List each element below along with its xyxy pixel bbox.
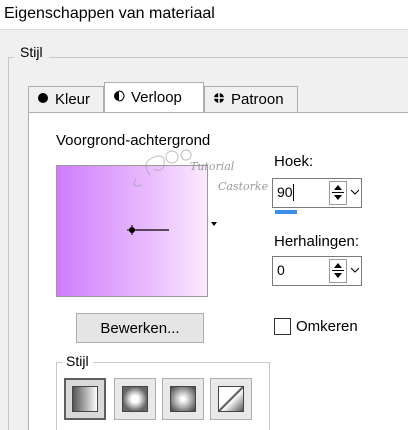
invert-checkbox[interactable] [274,318,291,335]
style-sunburst-button[interactable] [162,378,204,420]
spin-up-icon[interactable] [334,185,342,190]
edit-button[interactable]: Bewerken... [76,313,204,343]
style-radial-button[interactable] [210,378,252,420]
angle-value[interactable]: 90 [277,184,293,200]
half-circle-icon [113,89,125,106]
angle-spin-buttons[interactable] [329,181,347,205]
watermark-logo [133,149,192,187]
spin-up-icon[interactable] [334,263,342,268]
spin-down-icon[interactable] [334,273,342,278]
invert-label[interactable]: Omkeren [296,318,358,335]
tab-patroon-label: Patroon [231,91,284,108]
text-caret [293,184,294,201]
tab-verloop[interactable]: Verloop [104,82,204,112]
gradient-dropdown-arrow-icon[interactable] [211,222,217,226]
chevron-down-icon[interactable] [351,188,359,196]
spin-down-icon[interactable] [334,195,342,200]
watermark-text-1: Tutorial [190,160,235,173]
linear-gradient-icon [72,386,98,412]
filled-circle-icon [37,91,49,108]
pattern-icon [213,91,225,108]
tab-kleur-label: Kleur [55,91,91,108]
title-bar: Eigenschappen van materiaal [0,0,408,30]
repeats-spin-buttons[interactable] [329,259,347,283]
style-rectangular-button[interactable] [114,378,156,420]
sunburst-gradient-icon [170,386,196,412]
watermark-text-2: Castorke [218,180,269,193]
style-options-label: Stijl [62,353,93,369]
angle-spinbox[interactable]: 90 [272,178,362,208]
window-title: Eigenschappen van materiaal [4,5,215,22]
radial-gradient-icon [218,386,244,412]
edit-button-label: Bewerken... [100,319,180,337]
rectangular-gradient-icon [122,386,148,412]
spin-divider [332,192,344,193]
spin-divider [332,270,344,271]
style-linear-button[interactable] [64,378,106,420]
tab-verloop-label: Verloop [131,89,182,106]
repeats-value[interactable]: 0 [277,262,285,278]
angle-label: Hoek: [274,153,314,170]
style-group-label: Stijl [14,44,49,60]
repeats-label: Herhalingen: [274,233,360,250]
chevron-down-icon[interactable] [351,266,359,274]
tab-patroon[interactable]: Patroon [204,86,298,112]
repeats-spinbox[interactable]: 0 [272,256,362,286]
tab-kleur[interactable]: Kleur [28,86,104,112]
angle-progress-bar [275,210,297,214]
